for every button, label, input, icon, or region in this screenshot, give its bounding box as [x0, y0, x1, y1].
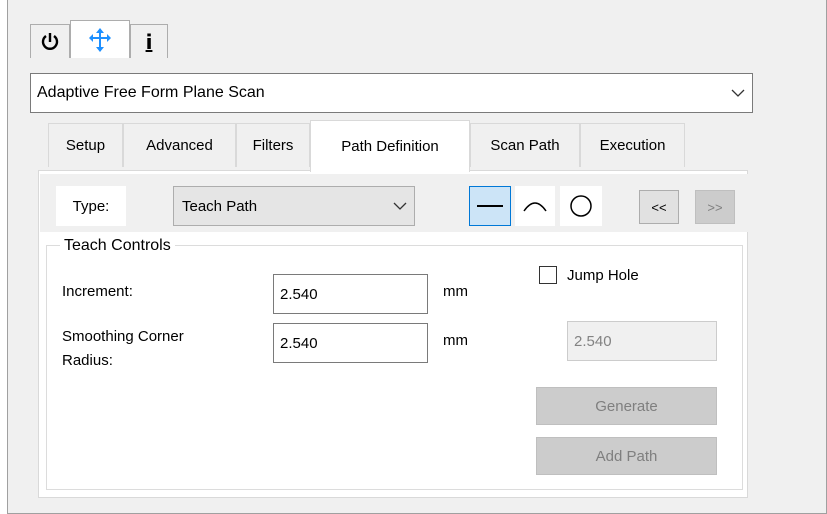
tab-filters[interactable]: Filters [236, 123, 310, 167]
move-axes-icon [89, 27, 111, 52]
tab-scan-path[interactable]: Scan Path [470, 123, 580, 167]
next-button[interactable]: >> [695, 190, 735, 224]
tab-power[interactable] [30, 24, 70, 58]
tab-path-definition[interactable]: Path Definition [310, 120, 470, 172]
line-icon [477, 205, 503, 207]
smoothing-label-line2: Radius: [62, 352, 113, 369]
path-type-select[interactable]: Teach Path [173, 186, 415, 226]
circle-shape-button[interactable] [560, 186, 602, 226]
circle-icon [570, 195, 592, 217]
chevron-down-icon [724, 89, 752, 97]
jump-hole-input[interactable]: 2.540 [567, 321, 717, 361]
increment-label: Increment: [62, 283, 133, 300]
power-icon [41, 32, 59, 50]
tab-path-definition-label: Path Definition [341, 138, 439, 155]
tab-execution-label: Execution [599, 137, 666, 154]
path-type-value: Teach Path [182, 197, 258, 215]
add-path-button[interactable]: Add Path [536, 437, 717, 475]
smoothing-input[interactable]: 2.540 [273, 323, 428, 363]
line-shape-button[interactable] [469, 186, 511, 226]
increment-unit: mm [443, 283, 468, 300]
tab-setup[interactable]: Setup [48, 123, 123, 167]
chevron-down-icon [386, 202, 414, 210]
increment-input[interactable]: 2.540 [273, 274, 428, 314]
tab-info[interactable]: i [130, 24, 168, 58]
tab-execution[interactable]: Execution [580, 123, 685, 167]
smoothing-label-line1: Smoothing Corner [62, 328, 184, 345]
tab-filters-label: Filters [252, 137, 294, 154]
tab-move[interactable] [70, 20, 130, 58]
tab-setup-label: Setup [65, 137, 106, 154]
teach-controls-title: Teach Controls [60, 235, 175, 257]
jump-hole-label: Jump Hole [567, 267, 639, 284]
tab-scan-path-label: Scan Path [490, 137, 560, 154]
generate-button[interactable]: Generate [536, 387, 717, 425]
arc-shape-button[interactable] [515, 186, 555, 226]
tab-advanced[interactable]: Advanced [123, 123, 236, 167]
jump-hole-checkbox[interactable] [539, 266, 557, 284]
info-icon: i [145, 29, 153, 54]
type-label: Type: [56, 186, 126, 226]
prev-button[interactable]: << [639, 190, 679, 224]
arc-icon [523, 202, 547, 212]
scan-type-value: Adaptive Free Form Plane Scan [37, 84, 265, 101]
scan-type-select[interactable]: Adaptive Free Form Plane Scan [30, 73, 753, 113]
smoothing-unit: mm [443, 332, 468, 349]
tab-advanced-label: Advanced [146, 137, 213, 154]
